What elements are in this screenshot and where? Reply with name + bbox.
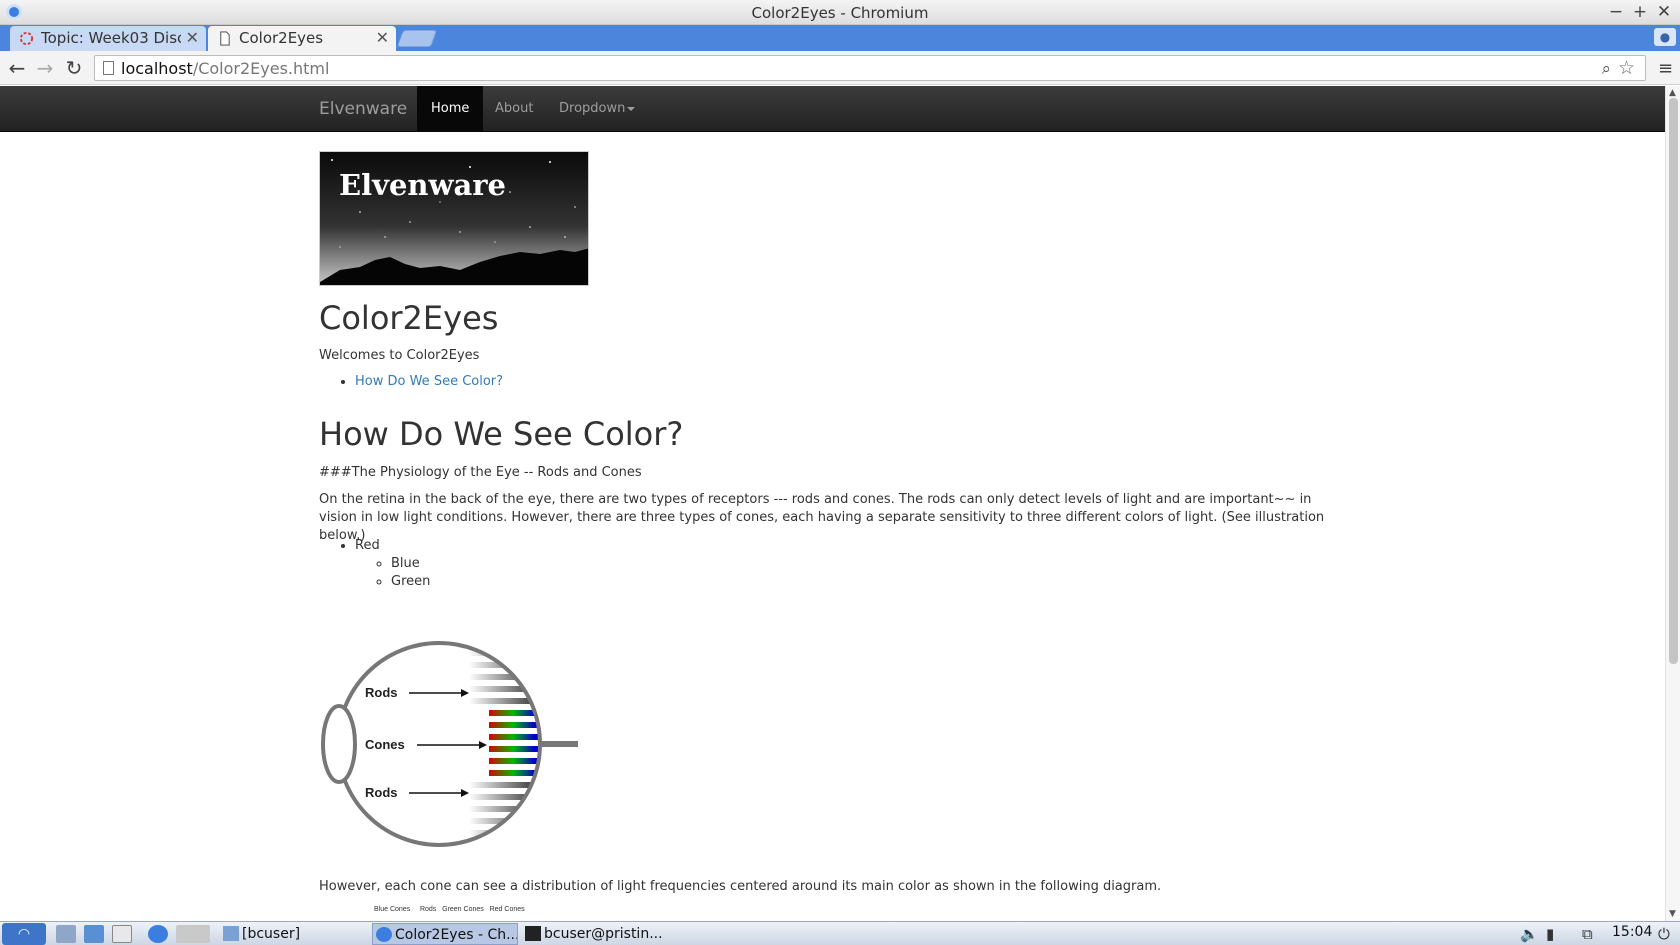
search-icon[interactable]: ⌕ [1601, 59, 1611, 79]
list-item-red: Red Blue Green [355, 537, 430, 591]
minimize-button[interactable]: − [1606, 1, 1626, 23]
url-path: /Color2Eyes.html [192, 59, 330, 78]
browser-toolbar: ← → ↻ localhost/Color2Eyes.html ⌕ ☆ ≡ [0, 51, 1680, 85]
network-status-icon[interactable]: ⧉ [1582, 925, 1593, 943]
tab-label: Color2Eyes [239, 29, 324, 47]
nested-color-list: Blue Green [391, 555, 430, 591]
label-cones: Cones [365, 737, 405, 752]
tab-strip: Topic: Week03 Discu ✕ Color2Eyes ✕ ● [0, 25, 1680, 51]
close-window-button[interactable]: ✕ [1654, 1, 1674, 23]
address-bar[interactable]: localhost/Color2Eyes.html ⌕ ☆ [94, 55, 1646, 81]
scroll-up-icon[interactable]: ▲ [1669, 88, 1676, 98]
taskbar: ◠ [bcuser] Color2Eyes - Ch... bcuser@pri… [0, 921, 1680, 945]
screen: Color2Eyes - Chromium − + ✕ Topic: Week0… [0, 0, 1680, 945]
taskbar-item-terminal[interactable]: bcuser@pristin... [522, 923, 670, 945]
battery-icon[interactable]: ▮ [1546, 925, 1554, 943]
close-tab-icon[interactable]: ✕ [376, 28, 389, 47]
network-icon[interactable] [84, 925, 104, 943]
file-manager-icon[interactable] [56, 925, 76, 943]
forward-button[interactable]: → [34, 56, 56, 80]
new-tab-button[interactable] [396, 30, 438, 47]
volume-icon[interactable]: 🔈 [1520, 925, 1539, 943]
tab-week03-discussion[interactable]: Topic: Week03 Discu ✕ [10, 26, 206, 51]
peek-label-green: Green Cones [442, 906, 484, 913]
eye-labels: Rods Cones Rods [365, 685, 487, 800]
taskbar-item-label: Color2Eyes - Ch... [395, 927, 518, 943]
lens [321, 704, 357, 784]
profile-icon[interactable]: ● [1654, 28, 1676, 46]
clock[interactable]: 15:04 [1612, 924, 1652, 940]
toc-item: How Do We See Color? [355, 374, 503, 389]
page-scrollbar[interactable]: ▲ ▼ [1665, 86, 1680, 921]
taskbar-item-label: bcuser@pristin... [544, 926, 663, 942]
color-list: Red Blue Green [355, 537, 430, 591]
nav-about[interactable]: About [481, 86, 547, 131]
taskbar-item-label: [bcuser] [242, 926, 301, 942]
scroll-down-icon[interactable]: ▼ [1669, 909, 1676, 919]
distribution-paragraph: However, each cone can see a distributio… [319, 879, 1162, 894]
cone-sensitivity-diagram-top: Blue Cones Rods Green Cones Red Cones [374, 906, 525, 913]
label-rods-top: Rods [365, 685, 398, 700]
elvenware-banner: Elvenware [319, 151, 589, 286]
desktop-switcher-icon[interactable] [176, 925, 210, 943]
list-item-green: Green [391, 573, 430, 591]
page-viewport: Elvenware Home About Dropdown Elvenware … [0, 86, 1665, 921]
caret-down-icon [627, 106, 636, 111]
loading-spinner-icon [19, 31, 34, 46]
back-button[interactable]: ← [6, 56, 28, 80]
peek-label-blue: Blue Cones [374, 906, 411, 913]
maximize-button[interactable]: + [1630, 1, 1650, 23]
bookmark-star-icon[interactable]: ☆ [1618, 57, 1635, 79]
scrollbar-thumb[interactable] [1669, 98, 1678, 664]
welcome-text: Welcomes to Color2Eyes [319, 348, 480, 363]
toc-link-how-do-we-see-color[interactable]: How Do We See Color? [355, 374, 503, 389]
window-title-bar: Color2Eyes - Chromium − + ✕ [0, 0, 1680, 25]
start-menu-button[interactable]: ◠ [2, 923, 46, 945]
banner-text: Elvenware [339, 168, 506, 202]
url-host: localhost [121, 59, 193, 78]
power-icon[interactable]: ⏻ [1658, 925, 1670, 943]
browser-menu-icon[interactable]: ≡ [1658, 58, 1674, 79]
list-item-blue: Blue [391, 555, 430, 573]
label-rods-bottom: Rods [365, 785, 398, 800]
reload-button[interactable]: ↻ [63, 56, 85, 80]
taskbar-item-chromium[interactable]: Color2Eyes - Ch... [372, 923, 518, 945]
terminal-launcher-icon[interactable] [112, 925, 132, 943]
taskbar-item-file-manager[interactable]: [bcuser] [220, 923, 368, 945]
url-text[interactable]: localhost/Color2Eyes.html [121, 59, 329, 78]
page-icon [220, 31, 230, 46]
section-title: How Do We See Color? [319, 415, 684, 453]
peek-label-rods: Rods [419, 906, 437, 913]
optic-nerve [540, 741, 578, 747]
nav-home[interactable]: Home [417, 86, 484, 131]
page-info-icon[interactable] [103, 61, 114, 75]
tab-color2eyes[interactable]: Color2Eyes ✕ [208, 26, 396, 51]
chromium-launcher-icon[interactable] [148, 925, 168, 943]
nav-dropdown-label: Dropdown [559, 101, 626, 116]
window-title: Color2Eyes - Chromium [751, 4, 929, 22]
folder-icon [223, 926, 239, 941]
page-title: Color2Eyes [319, 299, 499, 337]
tab-label: Topic: Week03 Discu [41, 29, 181, 47]
eye-diagram: Rods Cones Rods [321, 641, 578, 847]
table-of-contents: How Do We See Color? [355, 374, 503, 389]
close-tab-icon[interactable]: ✕ [186, 28, 199, 47]
site-navbar: Elvenware Home About Dropdown [0, 86, 1665, 132]
physiology-subheading: ###The Physiology of the Eye -- Rods and… [319, 465, 642, 480]
chromium-icon [376, 927, 392, 942]
retina-paragraph: On the retina in the back of the eye, th… [319, 492, 1325, 543]
list-item-label: Red [355, 538, 380, 553]
site-brand[interactable]: Elvenware [319, 99, 407, 119]
terminal-icon [525, 926, 541, 941]
peek-label-red: Red Cones [489, 906, 525, 913]
nav-dropdown[interactable]: Dropdown [545, 86, 649, 131]
